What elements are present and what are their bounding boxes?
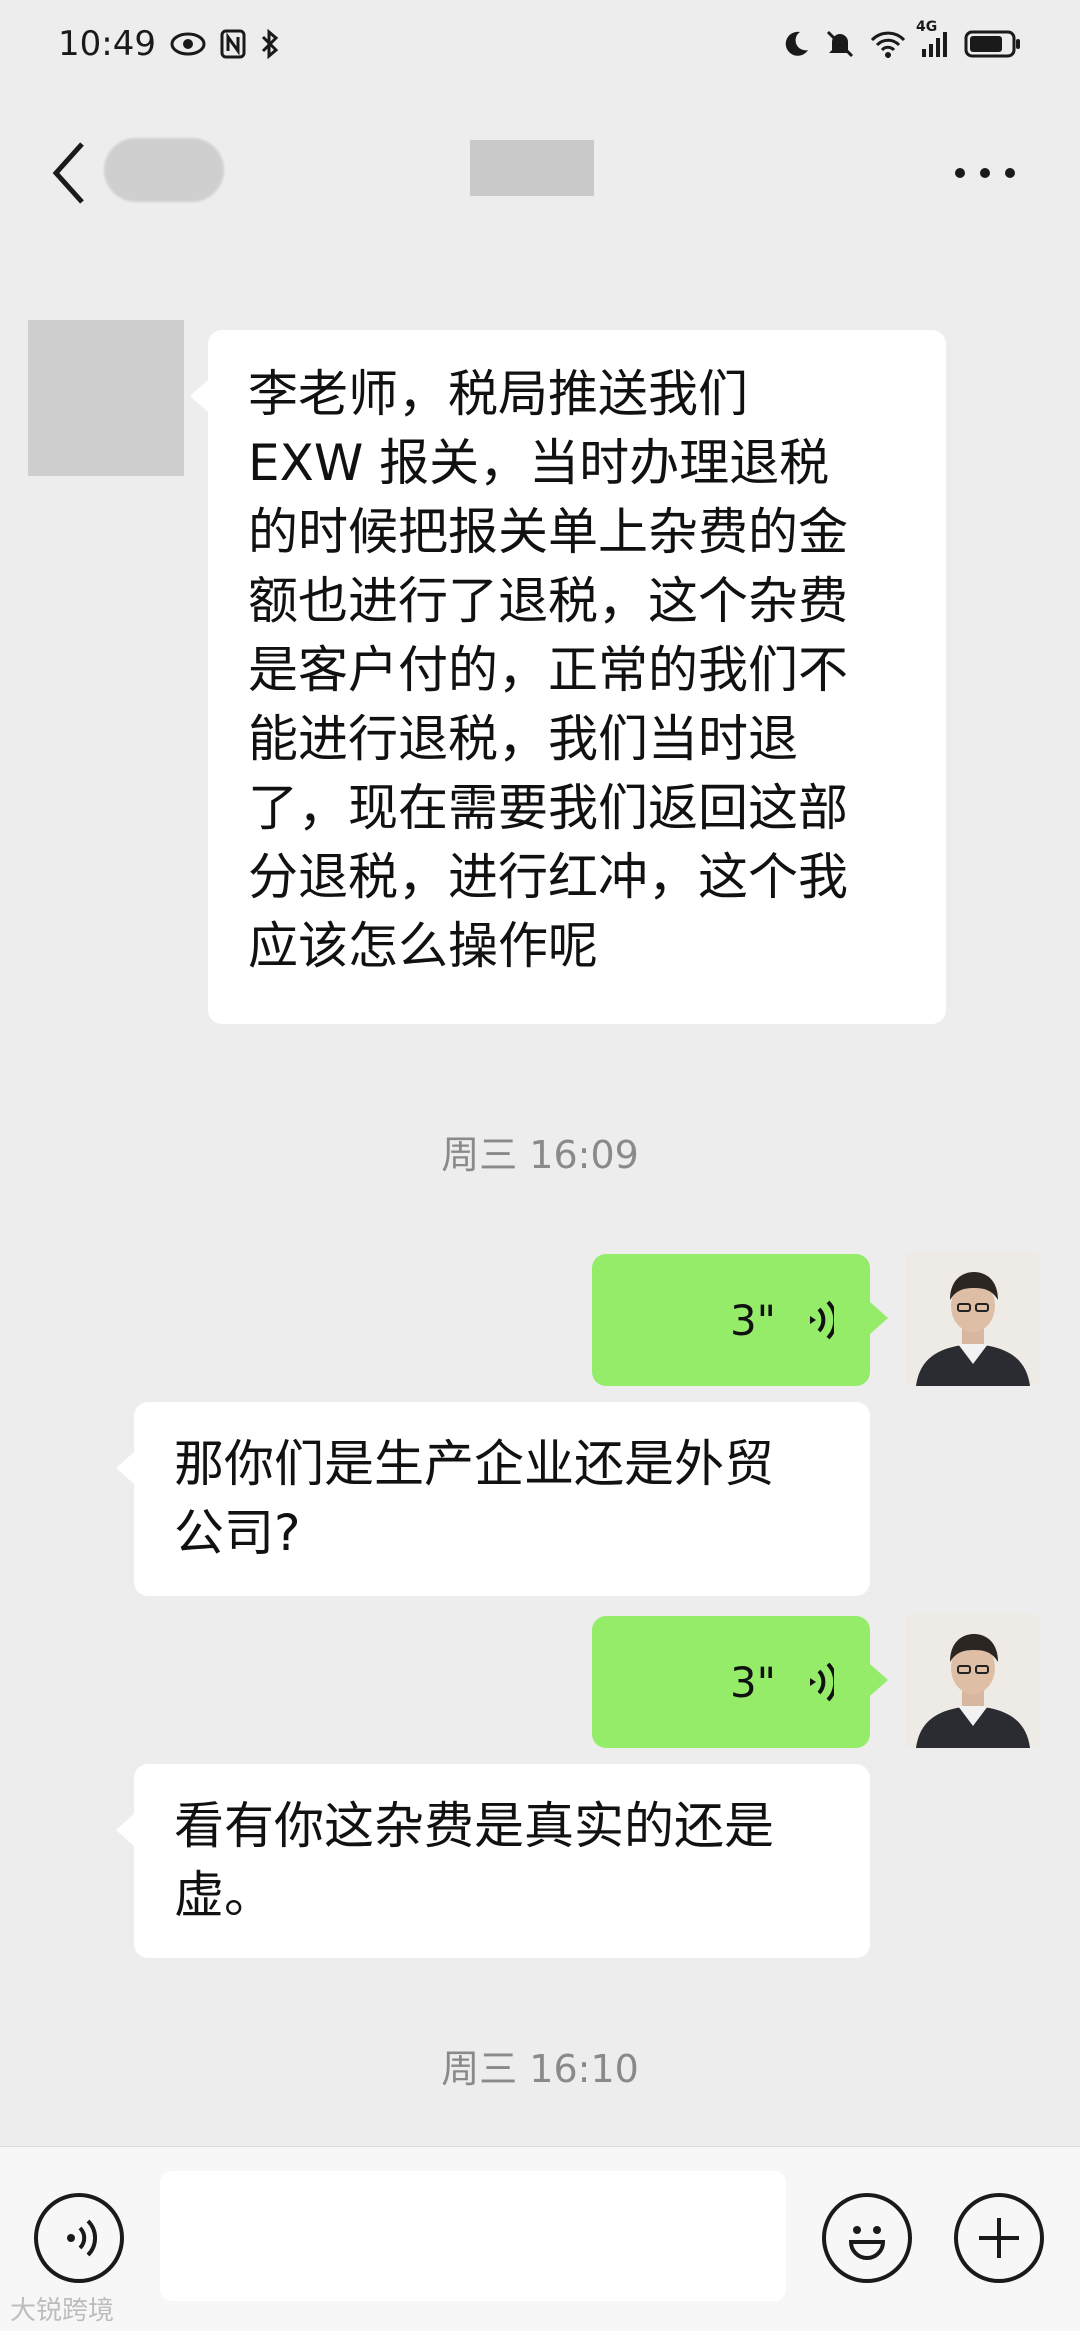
- chat-header: [0, 118, 1080, 228]
- user-avatar[interactable]: [906, 1614, 1040, 1748]
- status-bar: 10:49 4G: [0, 0, 1080, 88]
- watermark: 大锐跨境: [10, 2296, 115, 2326]
- voice-message[interactable]: 3": [592, 1254, 888, 1386]
- status-time: 10:49: [58, 24, 156, 64]
- nfc-icon: [220, 29, 246, 59]
- smiley-face-icon: [848, 2226, 886, 2260]
- voice-message[interactable]: 3": [592, 1616, 888, 1748]
- mute-bell-icon: [824, 28, 856, 60]
- plus-icon: [979, 2218, 1019, 2258]
- contact-avatar-redacted[interactable]: [28, 320, 184, 476]
- received-message[interactable]: 李老师，税局推送我们 EXW 报关，当时办理退税 的时候把报关单上杂费的金 额也…: [190, 330, 946, 1024]
- moon-icon: [780, 29, 810, 59]
- more-dots-icon: [955, 168, 1015, 178]
- voice-duration: 3": [729, 1657, 776, 1707]
- person-photo-icon: [906, 1614, 1040, 1748]
- more-actions-button[interactable]: [954, 2193, 1044, 2283]
- more-options-button[interactable]: [950, 148, 1020, 198]
- person-photo-icon: [906, 1252, 1040, 1386]
- received-message[interactable]: 那你们是生产企业还是外贸 公司?: [116, 1402, 870, 1596]
- cellular-signal-icon: 4G: [916, 19, 950, 59]
- voice-wave-icon: [810, 1662, 834, 1702]
- eye-icon: [170, 31, 206, 57]
- voice-wave-icon: [810, 1300, 834, 1340]
- emoji-button[interactable]: [822, 2193, 912, 2283]
- chat-title-redacted: [470, 140, 594, 196]
- battery-icon: [964, 29, 1022, 59]
- chevron-left-icon: [52, 142, 84, 204]
- message-text-input[interactable]: [160, 2171, 786, 2301]
- received-message[interactable]: 看有你这杂费是真实的还是 虚。: [116, 1764, 870, 1958]
- message-timestamp: 周三 16:09: [441, 1133, 639, 1177]
- chat-input-bar: [0, 2146, 1080, 2331]
- back-button[interactable]: [50, 140, 110, 206]
- message-timestamp: 周三 16:10: [441, 2047, 639, 2091]
- voice-duration: 3": [729, 1295, 776, 1345]
- voice-wave-icon: [67, 2219, 98, 2257]
- bluetooth-icon: [260, 28, 280, 60]
- wifi-icon: [870, 30, 906, 58]
- user-avatar[interactable]: [906, 1252, 1040, 1386]
- unread-count-redacted: [104, 138, 224, 202]
- voice-input-toggle-button[interactable]: [34, 2193, 124, 2283]
